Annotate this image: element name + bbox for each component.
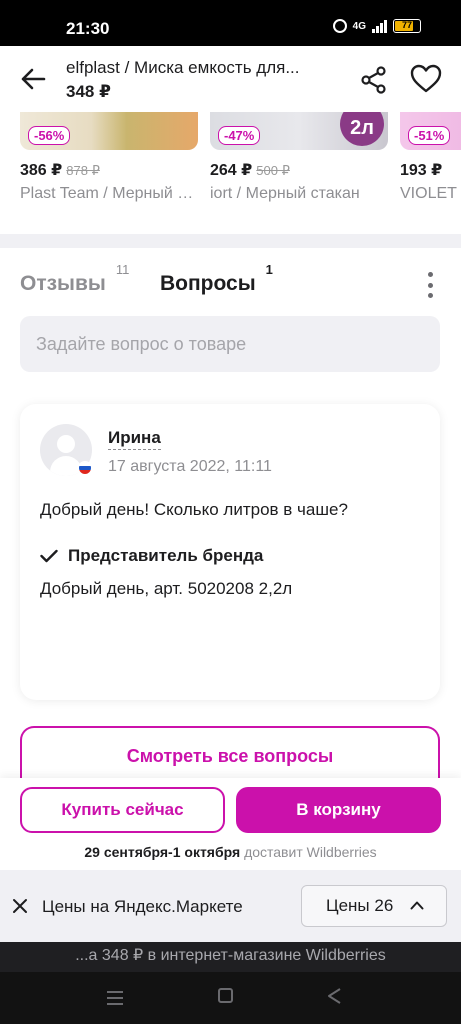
discount-badge: -47% — [218, 126, 261, 145]
tab-count: 11 — [115, 262, 130, 277]
signal-icon — [372, 19, 387, 33]
question-text: Добрый день! Сколько литров в чаше? — [40, 500, 348, 519]
tab-reviews[interactable]: Отзывы 11 — [20, 262, 129, 296]
network-type: 4G — [352, 20, 366, 32]
product-price: 348 ₽ — [66, 82, 111, 101]
check-icon — [40, 549, 58, 563]
card-name: iort / Мерный стакан — [210, 185, 360, 202]
prices-label: Цены — [326, 896, 370, 915]
flag-icon — [78, 461, 92, 475]
buy-now-button[interactable]: Купить сейчас — [20, 787, 225, 833]
url-bar[interactable]: ...а 348 ₽ в интернет-магазине Wildberri… — [0, 942, 461, 972]
product-title: elfplast / Миска емкость для... — [66, 58, 300, 77]
market-prices-text: Цены на Яндекс.Маркете — [42, 897, 243, 916]
question-author[interactable]: Ирина — [108, 428, 161, 450]
more-vertical-icon[interactable] — [418, 270, 442, 300]
card-old-price: 878 ₽ — [66, 163, 100, 178]
battery-icon: 77 — [393, 19, 421, 33]
system-nav-bar — [0, 972, 461, 1024]
purchase-panel: Купить сейчас В корзину 29 сентября-1 ок… — [0, 778, 461, 870]
prices-count: 26 — [374, 896, 394, 915]
status-bar: 21:30 4G 77 — [0, 0, 461, 46]
all-questions-button[interactable]: Смотреть все вопросы — [20, 726, 440, 786]
delivery-info: 29 сентября-1 октября доставит Wildberri… — [0, 844, 461, 860]
discount-badge: -51% — [408, 126, 451, 145]
delivery-dates: 29 сентября-1 октября — [84, 844, 241, 860]
home-icon[interactable] — [218, 988, 233, 1003]
tab-questions[interactable]: Вопросы 1 — [160, 262, 273, 296]
tab-count: 1 — [265, 262, 273, 277]
heart-icon[interactable] — [410, 64, 442, 94]
nav-back-icon[interactable] — [326, 987, 342, 1005]
question-date: 17 августа 2022, 11:11 — [108, 458, 272, 475]
top-app-bar: elfplast / Миска емкость для... 348 ₽ — [0, 46, 461, 112]
status-time: 21:30 — [66, 19, 110, 38]
ask-question-input[interactable] — [20, 316, 440, 372]
carousel-card[interactable]: -51% 193 ₽ VIOLET — [400, 112, 461, 222]
close-icon[interactable] — [12, 898, 28, 914]
card-price: 193 ₽ — [400, 162, 443, 179]
answer-text: Добрый день, арт. 5020208 2,2л — [40, 579, 293, 598]
card-price: 386 ₽878 ₽ — [20, 162, 100, 179]
prices-button[interactable]: Цены 26 — [301, 885, 447, 927]
discount-badge: -56% — [28, 126, 71, 145]
card-price: 264 ₽500 ₽ — [210, 162, 290, 179]
card-old-price: 500 ₽ — [256, 163, 290, 178]
tab-label: Вопросы — [160, 272, 256, 295]
recents-icon[interactable] — [106, 990, 124, 1006]
recommended-carousel: -56% 386 ₽878 ₽ Plast Team / Мерный кувш… — [0, 112, 461, 234]
section-divider — [0, 234, 461, 248]
market-prices-bar: Цены на Яндекс.Маркете Цены 26 — [0, 870, 461, 942]
alarm-icon — [332, 19, 347, 33]
card-name: VIOLET — [400, 185, 457, 202]
add-to-cart-button[interactable]: В корзину — [236, 787, 441, 833]
volume-badge: 2л — [340, 112, 384, 146]
back-arrow-icon[interactable] — [18, 64, 48, 94]
delivery-suffix: доставит Wildberries — [244, 844, 377, 860]
questions-section: Отзывы 11 Вопросы 1 Ирина 17 августа 2022,… — [0, 248, 461, 786]
question-card: Ирина 17 августа 2022, 11:11 Добрый день… — [20, 404, 440, 700]
carousel-card[interactable]: 2л -47% 264 ₽500 ₽ iort / Мерный стакан — [210, 112, 388, 222]
battery-level: 77 — [401, 20, 412, 30]
chevron-up-icon — [410, 901, 424, 910]
share-icon[interactable] — [360, 66, 388, 94]
tab-label: Отзывы — [20, 272, 106, 295]
card-name: Plast Team / Мерный кувшин — [20, 185, 198, 202]
carousel-card[interactable]: -56% 386 ₽878 ₽ Plast Team / Мерный кувш… — [20, 112, 198, 222]
status-icons: 4G 77 — [332, 19, 421, 33]
brand-representative-label: Представитель бренда — [68, 546, 264, 565]
